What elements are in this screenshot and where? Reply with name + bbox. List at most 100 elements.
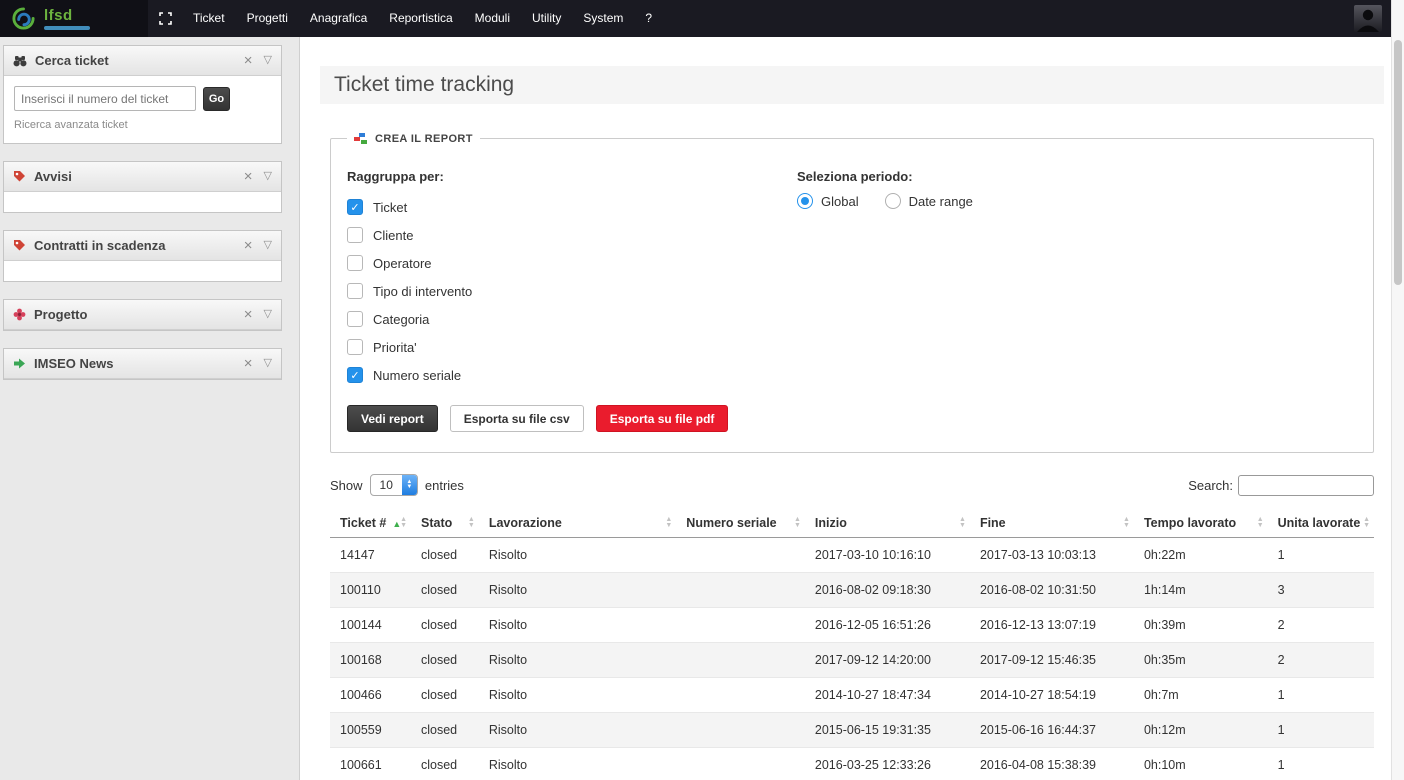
cell-unita-lavorate: 2 bbox=[1268, 643, 1374, 678]
collapse-icon[interactable]: ▽ bbox=[264, 240, 272, 251]
group-option-categoria[interactable]: Categoria bbox=[347, 305, 797, 333]
cell-lavorazione: Risolto bbox=[479, 713, 676, 748]
group-option-cliente[interactable]: Cliente bbox=[347, 221, 797, 249]
cell-ticket: 100466 bbox=[330, 678, 411, 713]
table-row[interactable]: 100144closedRisolto2016-12-05 16:51:2620… bbox=[330, 608, 1374, 643]
cell-numero-seriale bbox=[676, 678, 805, 713]
group-option-priorita[interactable]: Priorita' bbox=[347, 333, 797, 361]
column-header-lavorazione[interactable]: Lavorazione▲▼ bbox=[479, 509, 676, 538]
cell-fine: 2015-06-16 16:44:37 bbox=[970, 713, 1134, 748]
cell-stato: closed bbox=[411, 713, 479, 748]
cell-lavorazione: Risolto bbox=[479, 643, 676, 678]
cell-inizio: 2016-12-05 16:51:26 bbox=[805, 608, 970, 643]
page-length-select[interactable]: 10 ▲▼ bbox=[370, 474, 418, 496]
show-label: Show bbox=[330, 478, 363, 493]
close-icon[interactable]: × bbox=[244, 169, 253, 184]
table-search-control: Search: bbox=[1188, 475, 1374, 496]
nav-item-help[interactable]: ? bbox=[634, 0, 663, 37]
close-icon[interactable]: × bbox=[244, 238, 253, 253]
period-option-date-range[interactable]: Date range bbox=[885, 193, 973, 209]
close-icon[interactable]: × bbox=[244, 53, 253, 68]
close-icon[interactable]: × bbox=[244, 307, 253, 322]
cell-fine: 2017-09-12 15:46:35 bbox=[970, 643, 1134, 678]
group-option-tipo-di-intervento[interactable]: Tipo di intervento bbox=[347, 277, 797, 305]
table-row[interactable]: 100559closedRisolto2015-06-15 19:31:3520… bbox=[330, 713, 1374, 748]
collapse-icon[interactable]: ▽ bbox=[264, 358, 272, 369]
go-button[interactable]: Go bbox=[203, 87, 230, 111]
group-option-operatore[interactable]: Operatore bbox=[347, 249, 797, 277]
option-label: Tipo di intervento bbox=[373, 284, 472, 299]
advanced-search-link[interactable]: Ricerca avanzata ticket bbox=[14, 119, 128, 131]
view-report-button[interactable]: Vedi report bbox=[347, 405, 438, 432]
scrollbar-thumb[interactable] bbox=[1394, 40, 1402, 285]
sort-icons: ▲▼ bbox=[1123, 517, 1130, 529]
table-row[interactable]: 100661closedRisolto2016-03-25 12:33:2620… bbox=[330, 748, 1374, 780]
column-header-ticket[interactable]: Ticket #▲▲▼ bbox=[330, 509, 411, 538]
table-row[interactable]: 100110closedRisolto2016-08-02 09:18:3020… bbox=[330, 573, 1374, 608]
panel-body bbox=[4, 192, 281, 212]
checkbox-icon[interactable] bbox=[347, 255, 363, 271]
group-option-numero-seriale[interactable]: ✓Numero seriale bbox=[347, 361, 797, 389]
checkbox-icon[interactable] bbox=[347, 227, 363, 243]
fullscreen-icon[interactable] bbox=[148, 12, 182, 25]
checkbox-icon[interactable]: ✓ bbox=[347, 367, 363, 383]
nav-item-anagrafica[interactable]: Anagrafica bbox=[299, 0, 378, 37]
collapse-icon[interactable]: ▽ bbox=[264, 55, 272, 66]
column-header-tempo-lavorato[interactable]: Tempo lavorato▲▼ bbox=[1134, 509, 1268, 538]
nav-item-ticket[interactable]: Ticket bbox=[182, 0, 236, 37]
radio-icon[interactable] bbox=[885, 193, 901, 209]
radio-icon[interactable] bbox=[797, 193, 813, 209]
panel-title: IMSEO News bbox=[34, 356, 244, 371]
export-csv-button[interactable]: Esporta su file csv bbox=[450, 405, 584, 432]
checkbox-icon[interactable]: ✓ bbox=[347, 199, 363, 215]
vertical-scrollbar[interactable] bbox=[1391, 0, 1404, 780]
cell-inizio: 2016-03-25 12:33:26 bbox=[805, 748, 970, 780]
nav-item-moduli[interactable]: Moduli bbox=[464, 0, 521, 37]
table-row[interactable]: 14147closedRisolto2017-03-10 10:16:10201… bbox=[330, 538, 1374, 573]
option-label: Cliente bbox=[373, 228, 413, 243]
group-by-label: Raggruppa per: bbox=[347, 169, 797, 184]
option-label: Priorita' bbox=[373, 340, 417, 355]
table-row[interactable]: 100168closedRisolto2017-09-12 14:20:0020… bbox=[330, 643, 1374, 678]
panel-imseo-news: IMSEO News× ▽ bbox=[3, 348, 282, 380]
user-avatar[interactable] bbox=[1354, 5, 1382, 32]
column-header-fine[interactable]: Fine▲▼ bbox=[970, 509, 1134, 538]
column-label: Inizio bbox=[815, 516, 847, 530]
period-option-global[interactable]: Global bbox=[797, 193, 859, 209]
column-header-numero-seriale[interactable]: Numero seriale▲▼ bbox=[676, 509, 805, 538]
checkbox-icon[interactable] bbox=[347, 283, 363, 299]
cell-fine: 2016-04-08 15:38:39 bbox=[970, 748, 1134, 780]
nav-item-reportistica[interactable]: Reportistica bbox=[378, 0, 463, 37]
cell-numero-seriale bbox=[676, 608, 805, 643]
cell-ticket: 14147 bbox=[330, 538, 411, 573]
cell-lavorazione: Risolto bbox=[479, 678, 676, 713]
nav-item-progetti[interactable]: Progetti bbox=[236, 0, 299, 37]
cell-fine: 2017-03-13 10:03:13 bbox=[970, 538, 1134, 573]
collapse-icon[interactable]: ▽ bbox=[264, 309, 272, 320]
collapse-icon[interactable]: ▽ bbox=[264, 171, 272, 182]
table-row[interactable]: 100466closedRisolto2014-10-27 18:47:3420… bbox=[330, 678, 1374, 713]
column-header-inizio[interactable]: Inizio ▲▼ bbox=[805, 509, 970, 538]
export-pdf-button[interactable]: Esporta su file pdf bbox=[596, 405, 729, 432]
option-label: Categoria bbox=[373, 312, 429, 327]
tag-icon bbox=[13, 170, 26, 183]
sort-icons: ▲▼ bbox=[959, 517, 966, 529]
nav-right bbox=[1354, 5, 1382, 32]
page-body: Cerca ticket × ▽ Go Ricerca avanzata tic… bbox=[0, 37, 1404, 780]
close-icon[interactable]: × bbox=[244, 356, 253, 371]
checkbox-icon[interactable] bbox=[347, 311, 363, 327]
group-option-ticket[interactable]: ✓Ticket bbox=[347, 193, 797, 221]
ticket-number-input[interactable] bbox=[14, 86, 196, 111]
column-header-stato[interactable]: Stato▲▼ bbox=[411, 509, 479, 538]
search-label: Search: bbox=[1188, 478, 1233, 493]
nav-item-system[interactable]: System bbox=[572, 0, 634, 37]
nav-item-utility[interactable]: Utility bbox=[521, 0, 572, 37]
column-header-unita-lavorate[interactable]: Unita lavorate▲▼ bbox=[1268, 509, 1374, 538]
panel-contratti-in-scadenza: Contratti in scadenza×▽ bbox=[3, 230, 282, 282]
entries-label: entries bbox=[425, 478, 464, 493]
checkbox-icon[interactable] bbox=[347, 339, 363, 355]
column-label: Lavorazione bbox=[489, 516, 562, 530]
table-search-input[interactable] bbox=[1238, 475, 1374, 496]
logo[interactable]: lfsd bbox=[0, 0, 148, 37]
sort-icons: ▲▼ bbox=[400, 517, 407, 529]
